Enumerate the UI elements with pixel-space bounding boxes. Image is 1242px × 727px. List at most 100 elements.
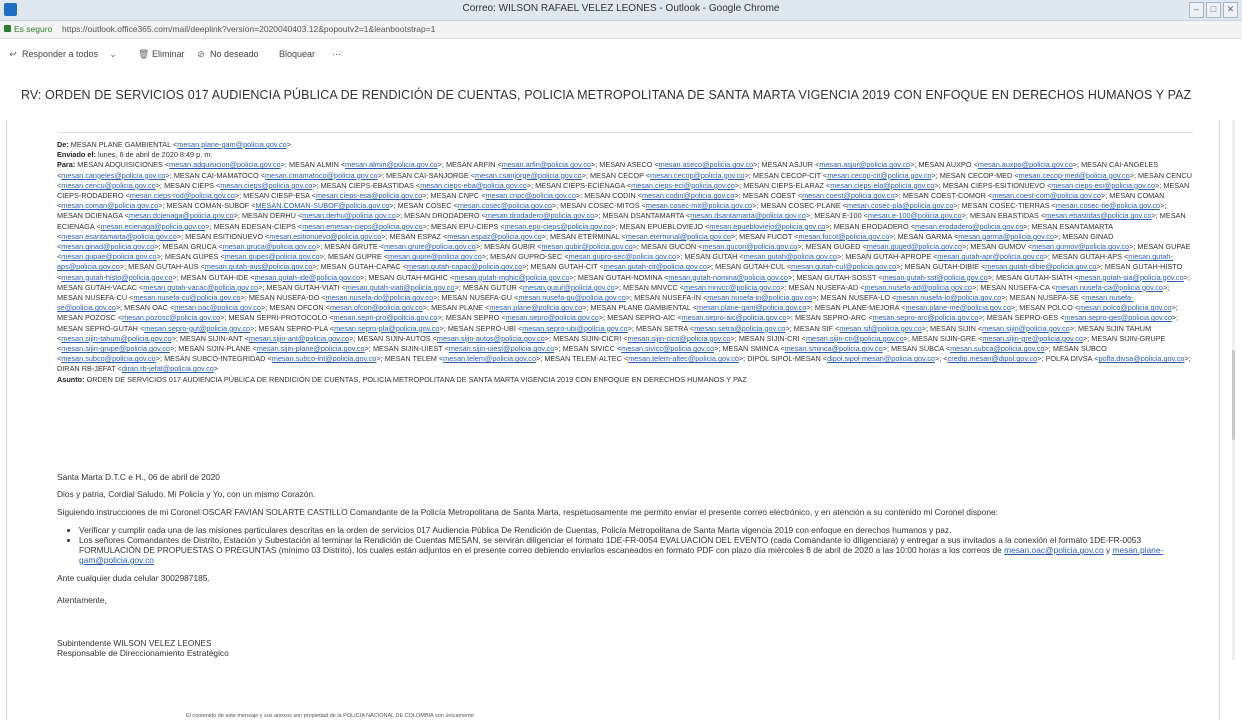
recipient-email-link[interactable]: dipol.sipol-mesan@policia.gov.co: [827, 354, 935, 363]
recipient-email-link[interactable]: mesan.sijin-cri@policia.gov.co: [806, 334, 904, 343]
recipient-email-link[interactable]: mesan.sijin@policia.gov.co: [982, 324, 1070, 333]
recipient-email-link[interactable]: mesan.eterminal@policia.gov.co: [626, 232, 731, 241]
recipient-email-link[interactable]: mesan.telem-altec@policia.gov.co: [628, 354, 739, 363]
recipient-email-link[interactable]: mesan.ofcon@policia.gov.co: [330, 303, 423, 312]
recipient-email-link[interactable]: mesan.sepro-ges@policia.gov.co: [1064, 313, 1171, 322]
junk-button[interactable]: ⊘ No deseado: [196, 49, 258, 59]
from-email-link[interactable]: mesan.plane-gam@policia.gov.co: [177, 140, 287, 149]
email-link-oac[interactable]: mesan.oac@policia.gov.co: [1004, 545, 1104, 555]
recipient-email-link[interactable]: mesan.cecop@policia.gov.co: [650, 171, 744, 180]
recipient-email-link[interactable]: mesan.gutah-aus@policia.gov.co: [205, 262, 312, 271]
recipient-email-link[interactable]: mesan.subco-int@policia.gov.co: [272, 354, 377, 363]
recipient-email-link[interactable]: mesan.erodadero@policia.gov.co: [915, 222, 1023, 231]
recipient-email-link[interactable]: mesan.cieps-esi@policia.gov.co: [1051, 181, 1155, 190]
recipient-email-link[interactable]: mesan.sijin-tahum@policia.gov.co: [61, 334, 171, 343]
recipient-email-link[interactable]: mesan.gutah-vacac@policia.gov.co: [143, 283, 258, 292]
recipient-email-link[interactable]: mesan.csanjorge@policia.gov.co: [475, 171, 582, 180]
recipient-email-link[interactable]: mesan.gutah-dibie@policia.gov.co: [985, 262, 1096, 271]
recipient-email-link[interactable]: mesan.epu-cieps@policia.gov.co: [505, 222, 612, 231]
recipient-email-link[interactable]: mesan.e-100@policia.gov.co: [868, 211, 962, 220]
recipient-email-link[interactable]: mesan.gutah-cit@policia.gov.co: [604, 262, 707, 271]
recipient-email-link[interactable]: mesan.gutah-viati@policia.gov.co: [346, 283, 455, 292]
recipient-email-link[interactable]: mesan.coest@policia.gov.co: [802, 191, 894, 200]
recipient-email-link[interactable]: mesan.sijin-grupe@policia.gov.co: [61, 344, 170, 353]
recipient-email-link[interactable]: mesan.sivicc@policia.gov.co: [621, 344, 714, 353]
recipient-email-link[interactable]: mesan.sepro-ubi@policia.gov.co: [522, 324, 627, 333]
recipient-email-link[interactable]: mesan.ginad@policia.gov.co: [61, 242, 154, 251]
more-actions-button[interactable]: ···: [332, 49, 341, 59]
recipient-email-link[interactable]: mesan.coman@policia.gov.co: [61, 201, 158, 210]
delete-button[interactable]: 🗑 Eliminar: [138, 49, 185, 59]
recipient-email-link[interactable]: mesan.sminca@policia.gov.co: [785, 344, 883, 353]
recipient-email-link[interactable]: mesan.sepro-aic@policia.gov.co: [682, 313, 787, 322]
recipient-email-link[interactable]: mesan.sepro-gut@policia.gov.co: [144, 324, 250, 333]
recipient-email-link[interactable]: mesan.cosec@policia.gov.co: [458, 201, 552, 210]
recipient-email-link[interactable]: mesan.arfin@policia.gov.co: [502, 160, 591, 169]
recipient-email-link[interactable]: mesan.gutah-ide@policia.gov.co: [255, 273, 360, 282]
recipient-email-link[interactable]: mesan.garma@policia.gov.co: [958, 232, 1054, 241]
url-text[interactable]: https://outlook.office365.com/mail/deepl…: [62, 24, 435, 34]
recipient-email-link[interactable]: mesan.cmamatoco@policia.gov.co: [265, 171, 378, 180]
recipient-email-link[interactable]: mesan.gutah-capac@policia.gov.co: [407, 262, 522, 271]
recipient-email-link[interactable]: mesan.plane@policia.gov.co: [489, 303, 582, 312]
recipient-email-link[interactable]: mesan.gupae@policia.gov.co: [61, 252, 156, 261]
recipient-email-link[interactable]: mesan.cencu@policia.gov.co: [61, 181, 155, 190]
recipient-email-link[interactable]: mesan.cieps-rod@policia.gov.co: [130, 191, 235, 200]
recipient-email-link[interactable]: mesan.cosec-tie@policia.gov.co: [1056, 201, 1160, 210]
recipient-email-link[interactable]: mesan.adquisicion@policia.gov.co: [169, 160, 281, 169]
recipient-email-link[interactable]: mesan.ecienaga@policia.gov.co: [101, 222, 206, 231]
vertical-scrollbar[interactable]: [1232, 120, 1235, 660]
recipient-email-link[interactable]: mesan.nusefa-cu@policia.gov.co: [133, 293, 240, 302]
recipient-email-link[interactable]: mesan.derhu@policia.gov.co: [302, 211, 396, 220]
recipient-email-link[interactable]: mesan.gutah-mghic@policia.gov.co: [454, 273, 569, 282]
recipient-email-link[interactable]: mesan.gutah-histo@policia.gov.co: [61, 273, 172, 282]
recipient-email-link[interactable]: mesan.gutah-nomina@policia.gov.co: [668, 273, 788, 282]
recipient-email-link[interactable]: mesan.cecop-med@policia.gov.co: [1019, 171, 1130, 180]
recipient-email-link[interactable]: mesan.gucon@policia.gov.co: [702, 242, 797, 251]
recipient-email-link[interactable]: mesan.gutah@policia.gov.co: [744, 252, 837, 261]
recipient-email-link[interactable]: mesan.cieps-ela@policia.gov.co: [830, 181, 934, 190]
recipient-email-link[interactable]: mesan.gutah-sst@policia.gov.co: [883, 273, 988, 282]
recipient-email-link[interactable]: mesan.cieps-eba@policia.gov.co: [420, 181, 527, 190]
recipient-email-link[interactable]: mesan.gubir@policia.gov.co: [541, 242, 632, 251]
recipient-email-link[interactable]: mesan.asjur@policia.gov.co: [819, 160, 910, 169]
recipient-email-link[interactable]: mesan.gupre@policia.gov.co: [388, 252, 482, 261]
recipient-email-link[interactable]: mesan.sepro-arc@policia.gov.co: [873, 313, 979, 322]
recipient-email-link[interactable]: mesan.guged@policia.gov.co: [867, 242, 962, 251]
recipient-email-link[interactable]: mesan.gupro-sec@policia.gov.co: [569, 252, 676, 261]
chevron-down-icon[interactable]: ⌄: [108, 49, 118, 59]
recipient-email-link[interactable]: mesan.dsantamarta@policia.gov.co: [690, 211, 806, 220]
recipient-email-link[interactable]: mesan.plane-me@policia.gov.co: [905, 303, 1010, 312]
recipient-email-link[interactable]: mesan.epuebloviejo@policia.gov.co: [709, 222, 825, 231]
recipient-email-link[interactable]: mesan.nusefa-lo@policia.gov.co: [896, 293, 1001, 302]
recipient-email-link[interactable]: mesan.subca@policia.gov.co: [950, 344, 1044, 353]
recipient-email-link[interactable]: polfa.divsa@policia.gov.co: [1098, 354, 1184, 363]
recipient-email-link[interactable]: MESAN.COMAN-SUBOF@policia.gov.co: [256, 201, 390, 210]
recipient-email-link[interactable]: mesan.sijin-plane@policia.gov.co: [257, 344, 365, 353]
recipient-email-link[interactable]: mesan.setra@policia.gov.co: [694, 324, 785, 333]
recipient-email-link[interactable]: mesan.sepro-pla@policia.gov.co: [334, 324, 439, 333]
recipient-email-link[interactable]: mesan.aseco@policia.gov.co: [659, 160, 753, 169]
recipient-email-link[interactable]: mesan.sif@policia.gov.co: [839, 324, 921, 333]
recipient-email-link[interactable]: mesan.cosec-pla@policia.gov.co: [847, 201, 953, 210]
recipient-email-link[interactable]: mesan.gutah-cul@policia.gov.co: [791, 262, 896, 271]
close-button[interactable]: ✕: [1223, 2, 1238, 18]
recipient-email-link[interactable]: mesan.sepro@policia.gov.co: [506, 313, 599, 322]
recipient-email-link[interactable]: mesan.gumov@policia.gov.co: [1032, 242, 1129, 251]
recipient-email-link[interactable]: mesan.cieps-esa@policia.gov.co: [316, 191, 422, 200]
recipient-email-link[interactable]: mesan.nusefa-gu@policia.gov.co: [518, 293, 625, 302]
reply-all-button[interactable]: ↩ Responder a todos ⌄: [8, 49, 118, 59]
recipient-email-link[interactable]: mesan.fucot@policia.gov.co: [798, 232, 889, 241]
maximize-button[interactable]: □: [1206, 2, 1221, 18]
recipient-email-link[interactable]: mesan.espaz@policia.gov.co: [447, 232, 541, 241]
recipient-email-link[interactable]: mesan.oac@policia.gov.co: [174, 303, 261, 312]
recipient-email-link[interactable]: mesan.sijin-uiest@policia.gov.co: [449, 344, 554, 353]
recipient-email-link[interactable]: mesan.ebastidas@policia.gov.co: [1045, 211, 1151, 220]
recipient-email-link[interactable]: mesan.mnvcc@policia.gov.co: [684, 283, 780, 292]
recipient-email-link[interactable]: mesan.grute@policia.gov.co: [384, 242, 476, 251]
recipient-email-link[interactable]: mesan.cecop-cit@policia.gov.co: [827, 171, 931, 180]
recipient-email-link[interactable]: mesan.plane-gam@policia.gov.co: [697, 303, 807, 312]
recipient-email-link[interactable]: mesan.sepri-pro@policia.gov.co: [334, 313, 438, 322]
recipient-email-link[interactable]: mesan.cieps-eci@policia.gov.co: [631, 181, 735, 190]
recipient-email-link[interactable]: mesan.esitionuevo@policia.gov.co: [269, 232, 381, 241]
